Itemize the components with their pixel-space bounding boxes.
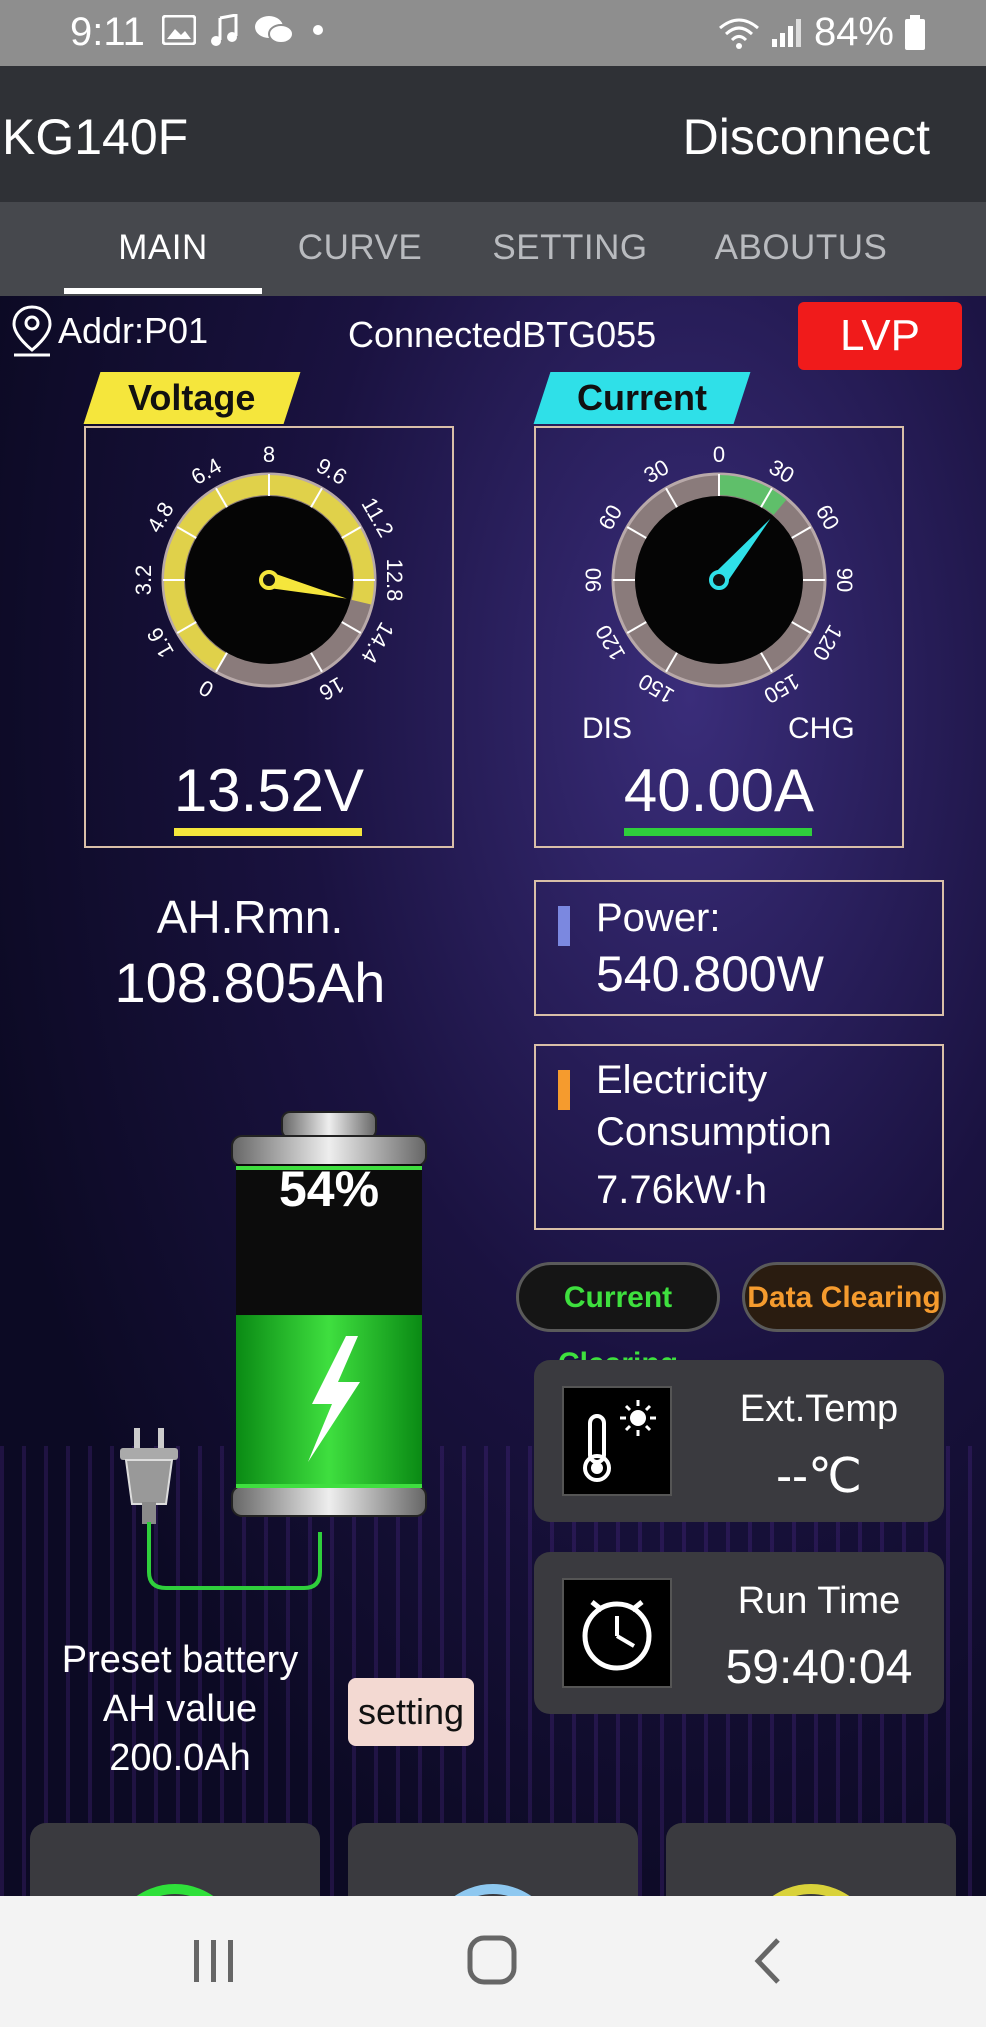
dial-tick-label: 60 [593,500,627,534]
notification-icons [162,14,328,46]
tab-aboutus[interactable]: ABOUTUS [706,228,896,268]
current-dial: 150120906030 0 306090120150 [581,442,857,709]
address-label: Addr:P01 [58,310,209,351]
ext-temp-card: Ext.Temp --℃ [534,1360,944,1522]
tab-curve[interactable]: CURVE [286,228,434,268]
dial-tick-label: 0 [195,675,218,703]
clock-icon [562,1578,672,1688]
voltage-gauge: 0 1.6 3.2 4.8 6.4 8 9.6 11.2 12.8 14.4 16 13.52V [84,426,454,848]
connection-status: ConnectedBTG055 [348,314,657,355]
tab-main[interactable]: MAIN [64,228,262,268]
data-clearing-button[interactable]: Data Clearing [742,1262,946,1332]
power-value: 540.800W [596,946,824,1002]
wifi-icon [718,18,759,49]
voltage-underline [174,828,362,836]
voltage-dial: 01.63.24.86.4 8 9.611.212.814.416 [131,442,407,706]
dial-tick-label: 0 [713,442,725,467]
tab-setting[interactable]: SETTING [480,228,660,268]
dial-tick-label: 3.2 [131,565,156,596]
battery-percent-label: 54% [278,1161,380,1217]
dial-tick-label: 60 [811,500,845,534]
dis-label: DIS [582,712,633,745]
green-ring-icon [136,1884,214,1896]
current-label: Current [533,372,751,424]
dial-tick-label: 6.4 [187,453,226,490]
device-name: KG140F [2,109,189,165]
status-time: 9:11 [70,10,145,54]
consumption-box: Electricity Consumption 7.76kW·h [534,1044,944,1230]
chg-label: CHG [788,712,855,745]
yellow-ring-icon [772,1884,850,1896]
preset-line-3: 200.0Ah [109,1737,251,1779]
signal-icon [771,18,801,47]
preset-battery-ah: Preset battery AH value 200.0Ah [30,1636,330,1783]
ext-temp-label: Ext.Temp [739,1388,899,1430]
plug-icon [120,1428,322,1590]
consumption-label-1: Electricity [596,1058,768,1102]
dial-tick-label: 12.8 [382,559,407,602]
bottom-card-3[interactable] [666,1823,956,1896]
location-pin-icon [12,305,52,357]
wechat-icon [255,16,294,44]
dial-tick-label: 90 [832,568,857,592]
dial-tick-label: 8 [263,442,275,467]
status-bar: 9:11 84% [0,0,986,66]
ah-remaining-label: AH.Rmn. [156,891,344,943]
battery-icon [905,14,925,50]
voltage-value: 13.52V [173,757,365,824]
main-panel: Addr:P01 ConnectedBTG055 LVP Voltage 0 1.… [0,296,986,1896]
app-bar: KG140F Disconnect [0,66,986,202]
active-tab-indicator [64,288,262,294]
setting-button[interactable]: setting [348,1678,474,1746]
bottom-card-1[interactable] [30,1823,320,1896]
power-label: Power: [596,896,721,940]
dial-tick-label: 90 [581,568,606,592]
recent-apps-icon[interactable] [192,1936,236,1986]
gallery-icon [162,15,196,45]
consumption-label-2: Consumption [596,1110,832,1154]
battery-percent: 84% [813,10,894,54]
dial-tick-label: 1.6 [142,623,179,662]
current-underline [624,828,812,836]
current-gauge: 150 120 90 60 30 0 30 60 90 120 150 DIS CHG 40.00A [534,426,904,848]
disconnect-button[interactable]: Disconnect [683,108,930,166]
bottom-card-2[interactable] [348,1823,638,1896]
dial-tick-label: 16 [315,672,349,706]
consumption-value: 7.76kW·h [596,1168,768,1212]
voltage-label: Voltage [83,372,301,424]
back-icon[interactable] [748,1934,788,1988]
tab-bar: MAIN CURVE SETTING ABOUTUS [0,202,986,296]
dial-tick-label: 30 [765,454,799,488]
lvp-badge: LVP [798,302,962,370]
current-value: 40.00A [623,757,815,824]
current-clearing-button[interactable]: Current Clearing [516,1262,720,1380]
music-icon [211,14,238,46]
dial-tick-label: 4.8 [142,498,179,537]
run-time-card: Run Time 59:40:04 [534,1552,944,1714]
ah-remaining: AH.Rmn. 108.805Ah [60,890,440,1015]
ah-remaining-value: 108.805Ah [114,951,386,1014]
blue-ring-icon [454,1884,532,1896]
power-marker [558,906,570,946]
run-time-label: Run Time [737,1580,901,1622]
power-box: Power: 540.800W [534,880,944,1016]
preset-line-1: Preset battery [61,1639,299,1681]
ext-temp-value: --℃ [776,1450,862,1503]
address-info: Addr:P01 [10,304,208,358]
thermometer-icon [562,1386,672,1496]
run-time-value: 59:40:04 [725,1641,913,1694]
dial-tick-label: 30 [639,454,673,488]
home-icon[interactable] [466,1934,520,1988]
dot-icon [313,25,323,35]
system-nav-bar [0,1896,986,2027]
preset-line-2: AH value [102,1688,258,1730]
dial-tick-label: 9.6 [312,453,351,490]
consumption-marker [558,1070,570,1110]
